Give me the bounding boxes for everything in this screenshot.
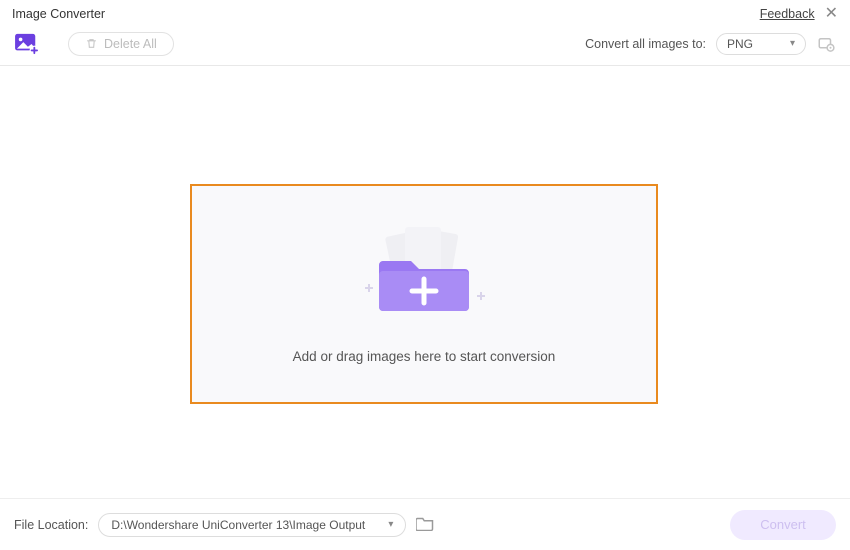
chevron-down-icon: ▾ — [388, 519, 393, 530]
output-format-value: PNG — [727, 37, 753, 51]
dropzone[interactable]: Add or drag images here to start convers… — [190, 184, 658, 404]
titlebar: Image Converter Feedback ✕ — [0, 0, 850, 28]
output-format-select[interactable]: PNG ▾ — [716, 33, 806, 55]
add-image-button[interactable] — [14, 33, 40, 55]
output-settings-button[interactable] — [816, 34, 836, 54]
convert-label: Convert — [760, 517, 806, 532]
app-title: Image Converter — [12, 7, 105, 21]
open-folder-button[interactable] — [416, 515, 434, 534]
main-area: Add or drag images here to start convers… — [0, 66, 850, 498]
convert-all-label: Convert all images to: — [585, 37, 706, 51]
delete-all-label: Delete All — [104, 37, 157, 51]
dropzone-hint: Add or drag images here to start convers… — [293, 349, 556, 364]
convert-button[interactable]: Convert — [730, 510, 836, 540]
footer: File Location: D:\Wondershare UniConvert… — [0, 498, 850, 550]
folder-add-icon — [349, 225, 499, 321]
feedback-link[interactable]: Feedback — [760, 7, 815, 21]
trash-icon — [85, 37, 98, 50]
delete-all-button[interactable]: Delete All — [68, 32, 174, 56]
file-location-select[interactable]: D:\Wondershare UniConverter 13\Image Out… — [98, 513, 406, 537]
chevron-down-icon: ▾ — [790, 38, 795, 49]
file-location-value: D:\Wondershare UniConverter 13\Image Out… — [111, 518, 365, 532]
close-icon[interactable]: ✕ — [825, 6, 838, 22]
toolbar: Delete All Convert all images to: PNG ▾ — [0, 28, 850, 66]
file-location-label: File Location: — [14, 518, 88, 532]
